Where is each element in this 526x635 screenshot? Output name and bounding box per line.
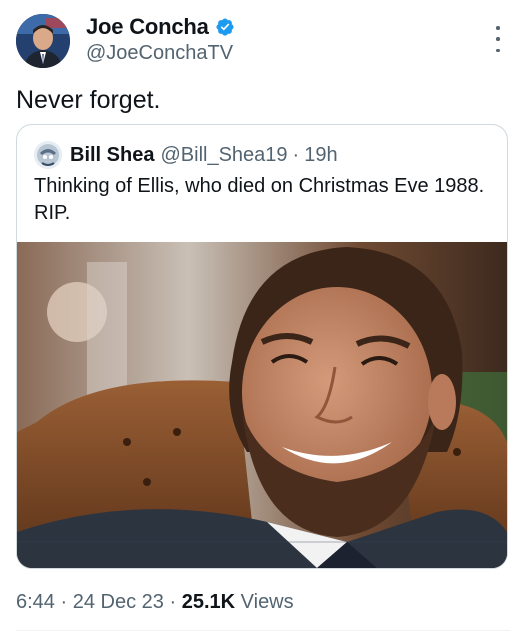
- tweet-meta: 6:44 · 24 Dec 23 · 25.1K Views: [16, 591, 294, 614]
- quoted-author-avatar: [34, 141, 62, 169]
- verified-badge-icon: [215, 17, 235, 37]
- meta-separator-1: ·: [60, 591, 68, 613]
- quoted-tweet-header: Bill Shea @Bill_Shea19 · 19h: [34, 141, 338, 169]
- author-avatar[interactable]: [16, 14, 70, 68]
- author-name-block: Joe Concha @JoeConchaTV: [86, 14, 235, 65]
- quoted-tweet-card[interactable]: Bill Shea @Bill_Shea19 · 19h Thinking of…: [16, 124, 508, 569]
- author-name-row: Joe Concha: [86, 14, 235, 40]
- quoted-separator: ·: [292, 143, 300, 166]
- tweet-time[interactable]: 6:44: [16, 591, 55, 613]
- tweet-text: Never forget.: [16, 86, 161, 114]
- author-handle[interactable]: @JoeConchaTV: [86, 42, 235, 65]
- more-options-icon[interactable]: [494, 26, 502, 52]
- quoted-author-handle: @Bill_Shea19: [160, 143, 288, 166]
- quoted-time: 19h: [304, 143, 338, 166]
- views-label: Views: [240, 591, 294, 613]
- tweet-date[interactable]: 24 Dec 23: [73, 591, 164, 613]
- tweet-header: Joe Concha @JoeConchaTV: [16, 12, 510, 70]
- views-count: 25.1K: [181, 591, 236, 613]
- author-display-name[interactable]: Joe Concha: [86, 14, 209, 40]
- quoted-author-name: Bill Shea: [70, 143, 155, 166]
- meta-separator-2: ·: [169, 591, 177, 613]
- quoted-tweet-text: Thinking of Ellis, who died on Christmas…: [34, 175, 485, 224]
- quoted-tweet-image[interactable]: [17, 242, 507, 568]
- divider: [16, 630, 510, 631]
